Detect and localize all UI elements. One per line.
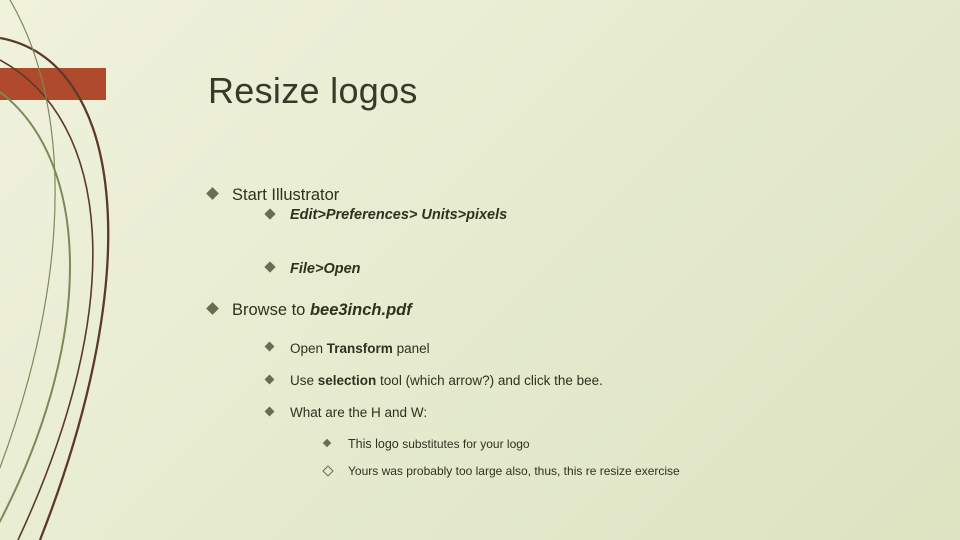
text: File>Open — [290, 261, 361, 277]
bullet-use-selection: Use selection tool (which arrow?) and cl… — [266, 372, 680, 390]
text-post: tool (which arrow?) and click the bee. — [376, 373, 603, 388]
text: Yours was probably too large also, thus,… — [348, 464, 680, 478]
slide-content: Resize logos Start Illustrator Edit>Pref… — [208, 70, 680, 500]
bullet-file-open: File>Open — [266, 260, 680, 280]
text-bold: Transform — [327, 341, 393, 356]
text: Edit>Preferences> Units>pixels — [290, 207, 507, 223]
text-filename: bee3inch.pdf — [310, 301, 412, 319]
text-pre: This logo — [348, 437, 402, 451]
text-pre: Use — [290, 373, 318, 388]
bullet-list: Start Illustrator Edit>Preferences> Unit… — [208, 184, 680, 480]
bullet-yours-large: Yours was probably too large also, thus,… — [324, 463, 680, 480]
text: Start Illustrator — [232, 186, 339, 204]
bullet-hw: What are the H and W: This logo substitu… — [266, 404, 680, 480]
text-bold: selection — [318, 373, 377, 388]
bullet-browse: Browse to bee3inch.pdf Open Transform pa… — [208, 299, 680, 480]
text: What are the H and W: — [290, 405, 427, 420]
bullet-open-transform: Open Transform panel — [266, 340, 680, 358]
text-post: panel — [393, 341, 430, 356]
slide-title: Resize logos — [208, 70, 680, 112]
bullet-substitutes: This logo substitutes for your logo — [324, 436, 680, 453]
bullet-edit-preferences: Edit>Preferences> Units>pixels — [266, 206, 680, 226]
text-post: substitutes for your logo — [402, 437, 529, 451]
text-pre: Open — [290, 341, 327, 356]
text-pre: Browse to — [232, 301, 310, 319]
bullet-start-illustrator: Start Illustrator Edit>Preferences> Unit… — [208, 184, 680, 279]
